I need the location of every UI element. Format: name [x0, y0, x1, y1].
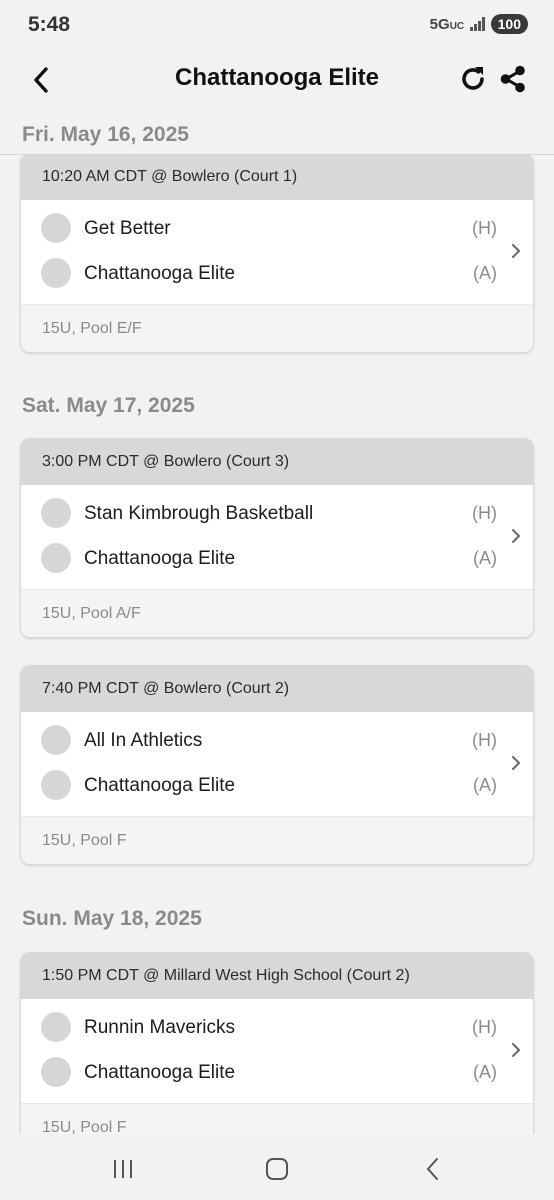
game-division: 15U, Pool F [42, 1119, 127, 1134]
home-tag: (H) [472, 503, 497, 523]
chevron-right-icon [512, 1043, 520, 1057]
chevron-right-icon [512, 756, 520, 770]
team-logo [41, 498, 71, 528]
home-team-name: Get Better [84, 218, 171, 239]
team-logo [41, 770, 71, 800]
away-team-name: Chattanooga Elite [84, 548, 236, 569]
chevron-right-icon [512, 244, 520, 258]
game-header: 10:20 AM CDT @ Bowlero (Court 1) [21, 154, 533, 200]
game-header: 7:40 PM CDT @ Bowlero (Court 2) [21, 666, 533, 712]
section-date: Fri. May 16, 2025 [22, 123, 189, 146]
home-tag: (H) [472, 1017, 497, 1037]
status-bar: 5:48 5GUC 100 [0, 0, 554, 52]
recent-apps-button[interactable] [108, 1154, 138, 1184]
home-button[interactable] [262, 1154, 292, 1184]
home-tag: (H) [472, 730, 497, 750]
away-tag: (A) [473, 1062, 497, 1082]
away-team-row: Chattanooga Elite (A) [21, 1050, 533, 1094]
share-button[interactable] [496, 62, 530, 96]
refresh-button[interactable] [456, 62, 490, 96]
network-label: 5G [429, 15, 450, 33]
battery-badge: 100 [490, 14, 528, 34]
away-team-name: Chattanooga Elite [84, 263, 236, 284]
game-header: 1:50 PM CDT @ Millard West High School (… [21, 953, 533, 999]
sticky-date-header: Fri. May 16, 2025 [0, 112, 554, 155]
team-logo [41, 1012, 71, 1042]
refresh-icon [462, 67, 484, 90]
away-team-row: Chattanooga Elite (A) [21, 536, 533, 580]
game-footer: 15U, Pool F [21, 1103, 533, 1134]
share-icon [500, 65, 525, 93]
team-logo [41, 1057, 71, 1087]
status-time: 5:48 [28, 13, 71, 36]
away-tag: (A) [473, 775, 497, 795]
network-indicator: 5GUC [430, 16, 464, 33]
status-indicators: 5GUC 100 [430, 14, 528, 34]
home-team-row: All In Athletics (H) [21, 718, 533, 762]
network-sub-label: UC [449, 20, 465, 32]
back-icon [427, 1158, 438, 1180]
team-logo [41, 213, 71, 243]
game-footer: 15U, Pool E/F [21, 304, 533, 352]
game-card[interactable]: 7:40 PM CDT @ Bowlero (Court 2) All In A… [20, 665, 534, 865]
team-logo [41, 725, 71, 755]
home-team-name: Stan Kimbrough Basketball [84, 503, 314, 524]
game-card[interactable]: 3:00 PM CDT @ Bowlero (Court 3) Stan Kim… [20, 438, 534, 638]
home-team-name: All In Athletics [84, 730, 203, 751]
game-time-location: 7:40 PM CDT @ Bowlero (Court 2) [42, 680, 290, 697]
game-time-location: 10:20 AM CDT @ Bowlero (Court 1) [42, 168, 298, 185]
home-team-row: Stan Kimbrough Basketball (H) [21, 491, 533, 535]
game-card[interactable]: 10:20 AM CDT @ Bowlero (Court 1) Get Bet… [20, 153, 534, 353]
away-team-name: Chattanooga Elite [84, 775, 236, 796]
home-team-row: Runnin Mavericks (H) [21, 1005, 533, 1049]
game-time-location: 3:00 PM CDT @ Bowlero (Court 3) [42, 453, 290, 470]
home-team-name: Runnin Mavericks [84, 1017, 235, 1038]
home-team-row: Get Better (H) [21, 206, 533, 250]
game-footer: 15U, Pool A/F [21, 589, 533, 637]
game-division: 15U, Pool E/F [42, 320, 142, 337]
away-team-row: Chattanooga Elite (A) [21, 251, 533, 295]
game-division: 15U, Pool A/F [42, 605, 141, 622]
signal-icon [470, 17, 485, 31]
team-logo [41, 258, 71, 288]
home-tag: (H) [472, 218, 497, 238]
game-division: 15U, Pool F [42, 832, 127, 849]
schedule-list[interactable]: 10:20 AM CDT @ Bowlero (Court 1) Get Bet… [0, 112, 554, 1134]
away-tag: (A) [473, 548, 497, 568]
system-nav-bar [0, 1134, 554, 1200]
game-footer: 15U, Pool F [21, 816, 533, 864]
game-card[interactable]: 1:50 PM CDT @ Millard West High School (… [20, 952, 534, 1134]
game-header: 3:00 PM CDT @ Bowlero (Court 3) [21, 439, 533, 485]
game-time-location: 1:50 PM CDT @ Millard West High School (… [42, 967, 410, 984]
home-icon [266, 1158, 288, 1180]
section-date: Sun. May 18, 2025 [22, 907, 202, 930]
section-date: Sat. May 17, 2025 [22, 394, 195, 417]
away-team-name: Chattanooga Elite [84, 1062, 236, 1083]
recent-apps-icon [114, 1160, 132, 1178]
away-team-row: Chattanooga Elite (A) [21, 763, 533, 807]
system-back-button[interactable] [418, 1154, 448, 1184]
away-tag: (A) [473, 263, 497, 283]
app-header: Chattanooga Elite [0, 52, 554, 108]
chevron-right-icon [512, 529, 520, 543]
team-logo [41, 543, 71, 573]
